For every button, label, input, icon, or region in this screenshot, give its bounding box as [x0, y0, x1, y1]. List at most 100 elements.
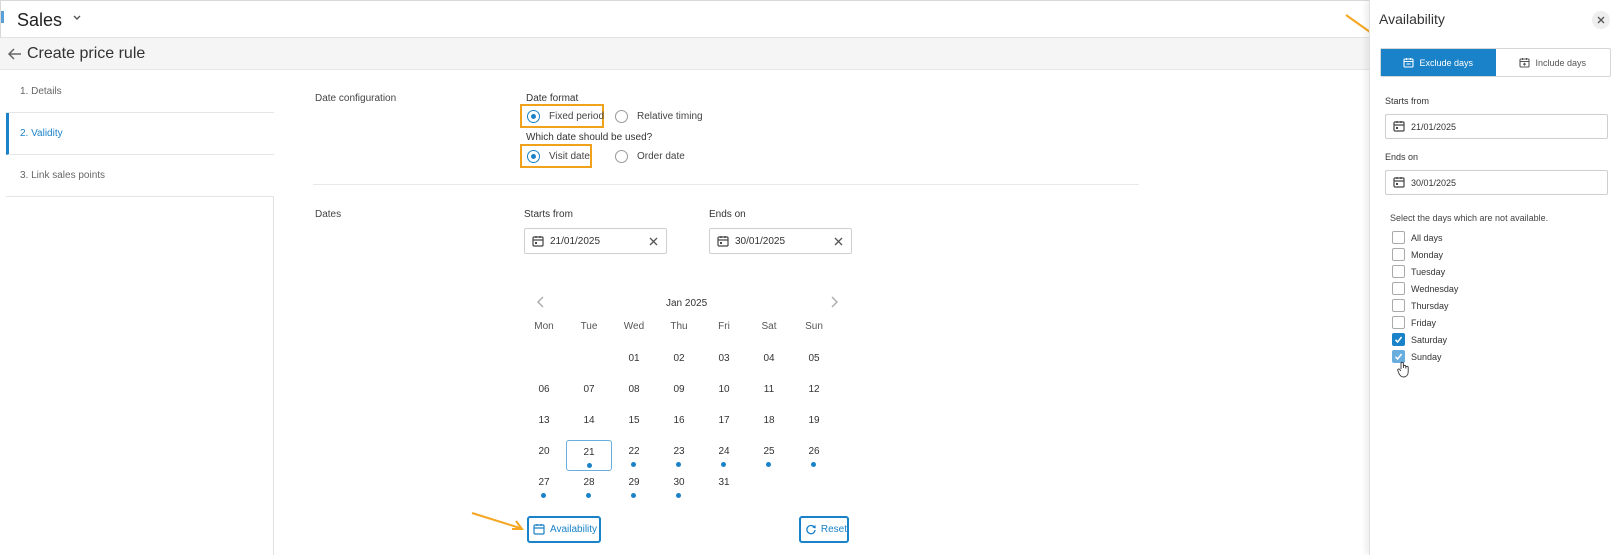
step-details[interactable]: 1. Details [6, 71, 274, 113]
calendar-day[interactable]: 15 [611, 409, 657, 440]
calendar-day-number: 08 [628, 384, 640, 395]
radio-on-icon[interactable] [527, 110, 540, 123]
page-header: Create price rule [0, 38, 1370, 70]
calendar-day[interactable]: 30 [656, 471, 702, 502]
calendar-day[interactable]: 08 [611, 378, 657, 409]
calendar-day[interactable]: 25 [746, 440, 792, 471]
calendar-day[interactable]: 12 [791, 378, 837, 409]
availability-dot [541, 493, 546, 498]
checkbox-icon[interactable] [1392, 248, 1405, 261]
calendar-day[interactable]: 05 [791, 347, 837, 378]
calendar-day[interactable]: 22 [611, 440, 657, 471]
calendar-day-number: 21 [583, 447, 595, 458]
radio-visit-date[interactable]: Visit date [527, 150, 590, 163]
calendar-day[interactable]: 11 [746, 378, 792, 409]
panel-starts-from-value: 21/01/2025 [1411, 122, 1457, 132]
tab-exclude-days-label: Exclude days [1419, 57, 1474, 68]
calendar-day[interactable]: 29 [611, 471, 657, 502]
calendar-day[interactable]: 26 [791, 440, 837, 471]
tab-exclude-days[interactable]: Exclude days [1381, 49, 1496, 76]
calendar-day[interactable]: 01 [611, 347, 657, 378]
availability-dot [766, 462, 771, 467]
calendar-day[interactable]: 17 [701, 409, 747, 440]
date-format-label: Date format [526, 93, 579, 104]
radio-order-date[interactable]: Order date [615, 150, 685, 163]
availability-dot [676, 493, 681, 498]
checkbox-icon[interactable] [1392, 316, 1405, 329]
app-title[interactable]: Sales [17, 10, 62, 31]
step-link-sales-points[interactable]: 3. Link sales points [6, 155, 274, 197]
availability-dot [631, 493, 636, 498]
panel-starts-from-input[interactable]: 21/01/2025 [1385, 114, 1608, 139]
chevron-left-icon[interactable] [535, 296, 547, 308]
step-validity[interactable]: 2. Validity [6, 113, 274, 155]
checkbox-checked-icon[interactable] [1392, 333, 1405, 346]
calendar-day[interactable]: 19 [791, 409, 837, 440]
day-checkbox-row[interactable]: Monday [1392, 248, 1443, 261]
day-checkbox-row[interactable]: Saturday [1392, 333, 1447, 346]
calendar-day[interactable]: 20 [521, 440, 567, 471]
day-checkbox-row[interactable]: Friday [1392, 316, 1436, 329]
panel-ends-on-input[interactable]: 30/01/2025 [1385, 170, 1608, 195]
app-edge-marker [1, 11, 4, 23]
checkbox-icon[interactable] [1392, 282, 1405, 295]
calendar-icon [532, 236, 544, 247]
calendar-day[interactable]: 24 [701, 440, 747, 471]
weekday-label: Fri [718, 321, 730, 332]
ends-on-value: 30/01/2025 [735, 236, 786, 247]
checkbox-icon[interactable] [1392, 231, 1405, 244]
calendar-day[interactable]: 04 [746, 347, 792, 378]
calendar-day[interactable]: 10 [701, 378, 747, 409]
radio-fixed-period[interactable]: Fixed period [527, 110, 604, 123]
calendar-day[interactable]: 02 [656, 347, 702, 378]
availability-mode-tabs: Exclude days Include days [1380, 48, 1611, 77]
calendar-day[interactable]: 07 [566, 378, 612, 409]
checkbox-icon[interactable] [1392, 299, 1405, 312]
radio-off-icon[interactable] [615, 150, 628, 163]
calendar-day-number: 29 [628, 477, 640, 488]
calendar-day[interactable]: 23 [656, 440, 702, 471]
calendar-day[interactable]: 28 [566, 471, 612, 502]
calendar-icon [1393, 177, 1405, 188]
calendar-day-number: 11 [763, 384, 775, 395]
checkbox-icon[interactable] [1392, 265, 1405, 278]
clear-icon[interactable] [648, 236, 659, 247]
day-checkbox-row[interactable]: Wednesday [1392, 282, 1458, 295]
day-checkbox-row[interactable]: All days [1392, 231, 1443, 244]
calendar-day[interactable]: 06 [521, 378, 567, 409]
panel-title: Availability [1379, 11, 1445, 27]
availability-button[interactable]: Availability [527, 516, 601, 543]
day-checkbox-label: Saturday [1411, 334, 1448, 345]
day-checkbox-row[interactable]: Thursday [1392, 299, 1449, 312]
calendar-day[interactable]: 14 [566, 409, 612, 440]
ends-on-input[interactable]: 30/01/2025 [709, 228, 852, 254]
calendar-day[interactable]: 31 [701, 471, 747, 502]
calendar-day[interactable]: 21 [566, 440, 612, 471]
calendar-day[interactable]: 18 [746, 409, 792, 440]
calendar-day[interactable]: 16 [656, 409, 702, 440]
radio-off-icon[interactable] [615, 110, 628, 123]
chevron-down-icon[interactable] [72, 13, 82, 23]
dates-label: Dates [315, 209, 342, 220]
calendar-day-number: 09 [673, 384, 685, 395]
calendar-day[interactable]: 13 [521, 409, 567, 440]
calendar-day[interactable]: 27 [521, 471, 567, 502]
calendar-month: Jan 2025 [666, 298, 708, 309]
day-checkbox-row[interactable]: Tuesday [1392, 265, 1445, 278]
radio-relative-timing[interactable]: Relative timing [615, 110, 703, 123]
calendar-day[interactable]: 09 [656, 378, 702, 409]
calendar-day-number: 06 [538, 384, 550, 395]
calendar-day[interactable]: 03 [701, 347, 747, 378]
close-button[interactable] [1592, 11, 1610, 29]
tab-include-days[interactable]: Include days [1496, 49, 1611, 76]
clear-icon[interactable] [833, 236, 844, 247]
starts-from-input[interactable]: 21/01/2025 [524, 228, 667, 254]
back-arrow-icon[interactable] [7, 46, 23, 62]
weekday-label: Tue [580, 321, 598, 332]
day-checkbox-label: Monday [1411, 249, 1444, 260]
calendar-day-number: 27 [538, 477, 550, 488]
reset-button[interactable]: Reset [799, 516, 849, 543]
calendar-icon [1393, 121, 1405, 132]
chevron-right-icon[interactable] [828, 296, 840, 308]
radio-on-icon[interactable] [527, 150, 540, 163]
